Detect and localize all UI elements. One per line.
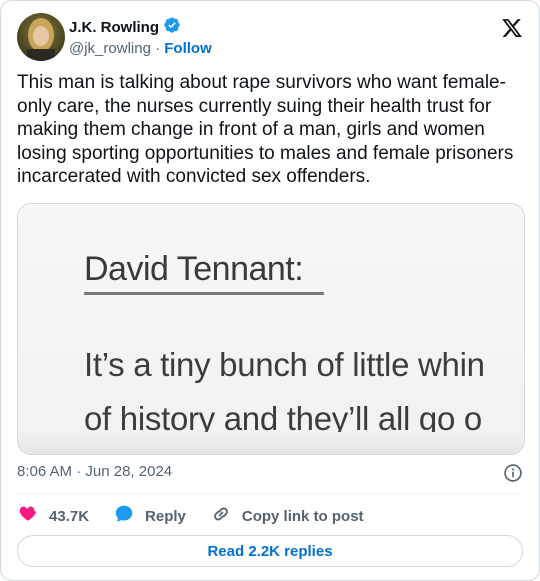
read-replies-button[interactable]: Read 2.2K replies (17, 535, 523, 567)
info-icon[interactable] (503, 463, 523, 483)
media-quote-line-1: It’s a tiny bunch of little whin (84, 346, 485, 383)
tweet-card: J.K. Rowling @jk_rowling · Follow This m… (0, 0, 540, 581)
reply-button[interactable]: Reply (113, 503, 186, 529)
copy-link-button[interactable]: Copy link to post (210, 503, 364, 529)
handle-separator: · (155, 40, 161, 57)
reply-bubble-icon (113, 503, 135, 529)
author-handle[interactable]: @jk_rowling (69, 40, 151, 57)
tweet-actions: 43.7K Reply Copy link to post (17, 504, 388, 528)
tweet-time: 8:06 AM (17, 463, 73, 480)
tweet-media[interactable]: David Tennant: It’s a tiny bunch of litt… (17, 203, 525, 455)
author-block: J.K. Rowling @jk_rowling · Follow (69, 17, 212, 59)
divider (17, 493, 523, 494)
timestamp-separator: · (76, 463, 82, 480)
media-heading-underline (84, 292, 324, 295)
link-icon (210, 503, 232, 529)
follow-link[interactable]: Follow (164, 40, 212, 57)
tweet-date: Jun 28, 2024 (85, 463, 173, 480)
reply-label: Reply (145, 507, 186, 525)
author-name[interactable]: J.K. Rowling (69, 19, 159, 36)
like-count: 43.7K (49, 507, 90, 525)
avatar[interactable] (17, 13, 65, 61)
x-logo-icon[interactable] (501, 17, 523, 39)
tweet-text: This man is talking about rape survivors… (17, 72, 514, 187)
tweet-header: J.K. Rowling @jk_rowling · Follow (17, 13, 523, 63)
verified-badge-icon (163, 16, 181, 38)
media-heading: David Tennant: (84, 250, 304, 288)
media-image: David Tennant: It’s a tiny bunch of litt… (18, 204, 524, 454)
copy-link-label: Copy link to post (241, 507, 364, 525)
media-bottom-edge (18, 432, 524, 454)
like-button[interactable]: 43.7K (17, 503, 89, 529)
heart-icon (17, 503, 39, 529)
tweet-timestamp[interactable]: 8:06 AM · Jun 28, 2024 (17, 463, 172, 480)
